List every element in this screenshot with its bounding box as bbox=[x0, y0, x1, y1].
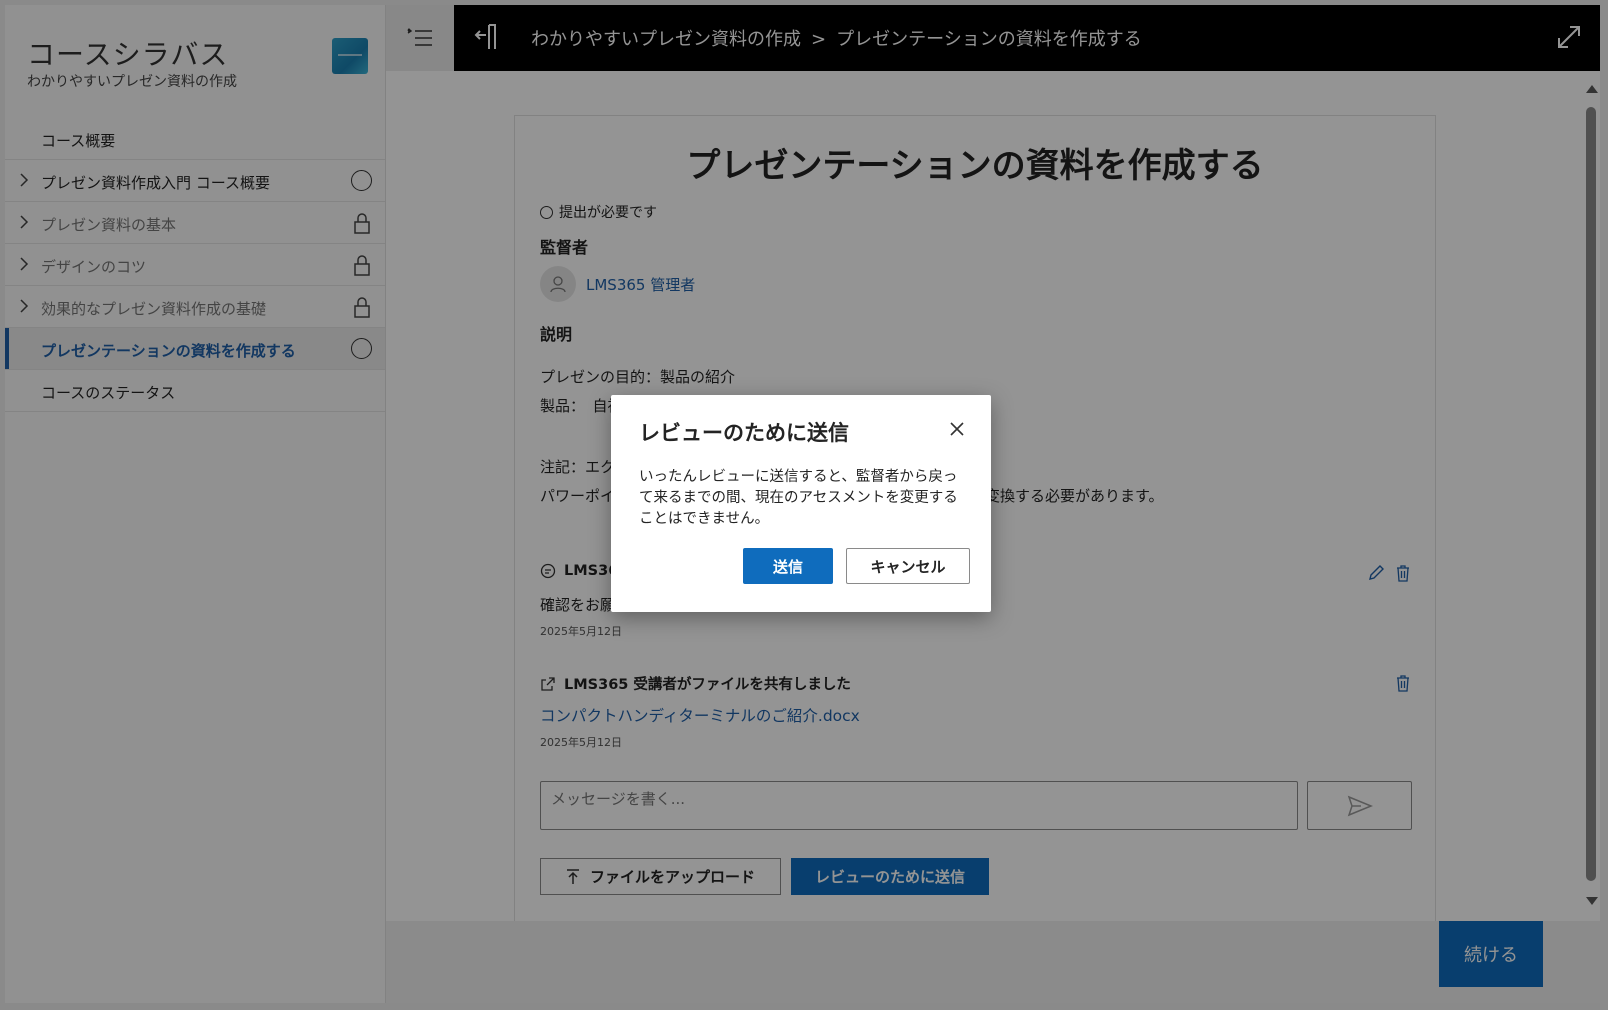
submit-review-dialog: レビューのために送信 いったんレビューに送信すると、監督者から戻って来るまでの間… bbox=[611, 395, 991, 612]
close-icon[interactable] bbox=[945, 417, 969, 441]
app-window: コースシラバス わかりやすいプレゼン資料の作成 コース概要 プレゼン資料作成入門… bbox=[5, 5, 1600, 1003]
dialog-title: レビューのために送信 bbox=[639, 421, 849, 445]
dialog-message: いったんレビューに送信すると、監督者から戻って来るまでの間、現在のアセスメントを… bbox=[639, 469, 958, 527]
dialog-send-button[interactable]: 送信 bbox=[743, 548, 833, 584]
dialog-cancel-button[interactable]: キャンセル bbox=[846, 548, 970, 584]
